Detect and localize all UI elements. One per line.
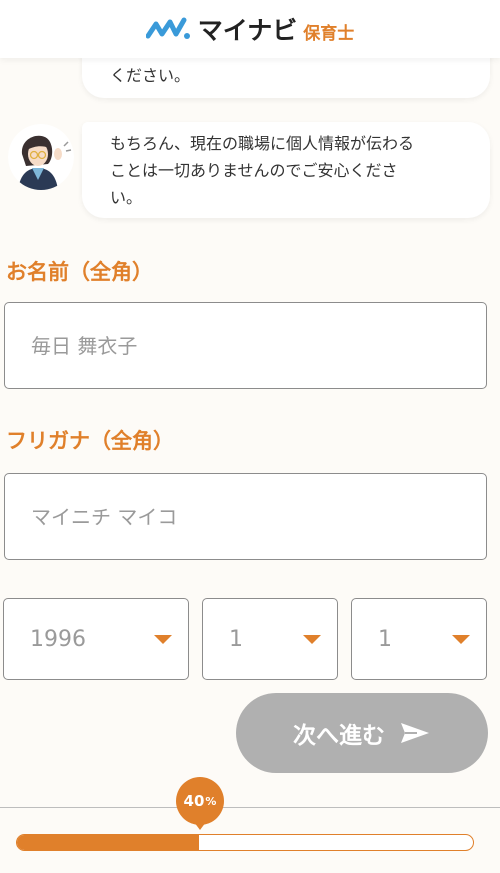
birth-year-value: 1996 [30, 626, 86, 652]
birth-day-value: 1 [378, 626, 392, 652]
chat-message-line: い。 [110, 188, 143, 207]
logo-sub-text: 保育士 [303, 23, 355, 44]
name-label: お名前（全角） [6, 260, 153, 284]
chat-bubble-reassurance: もちろん、現在の職場に個人情報が伝わる ことは一切ありませんのでご安心くださ い… [82, 122, 490, 218]
birth-year-select[interactable]: 1996 [3, 598, 189, 680]
birth-month-select[interactable]: 1 [202, 598, 338, 680]
birth-day-select[interactable]: 1 [351, 598, 487, 680]
caret-down-icon [452, 634, 470, 644]
progress-bar [16, 834, 474, 851]
caret-down-icon [154, 634, 172, 644]
logo[interactable]: マイナビ 保育士 [145, 11, 355, 47]
progress-badge-pointer [194, 822, 206, 830]
chat-message-line: ことは一切ありませんのでご安心くださ [110, 161, 398, 180]
page: マイナビ 保育士 ください。 もちろん、現在の職場に個人情報が伝わる ことは一切… [0, 0, 500, 873]
progress-percent-unit: % [205, 794, 217, 808]
progress-percent-number: 40 [183, 792, 205, 810]
next-button-label: 次へ進む [293, 722, 385, 748]
progress-bar-fill [17, 835, 200, 850]
chat-message-text: ください。 [110, 66, 191, 85]
site-header: マイナビ 保育士 [0, 0, 500, 58]
footer-divider [0, 807, 500, 808]
logo-mark-icon [145, 17, 190, 39]
advisor-avatar [8, 124, 74, 190]
logo-main-text: マイナビ [197, 16, 298, 45]
name-input[interactable] [4, 302, 487, 389]
progress-badge: 40% [176, 777, 224, 825]
birth-month-value: 1 [229, 626, 243, 652]
advisor-avatar-icon [8, 124, 74, 190]
send-icon [401, 723, 429, 743]
caret-down-icon [303, 634, 321, 644]
furigana-input[interactable] [4, 473, 487, 560]
next-button[interactable]: 次へ進む [236, 693, 488, 773]
chat-message-line: もちろん、現在の職場に個人情報が伝わる [110, 134, 415, 153]
furigana-label: フリガナ（全角） [6, 429, 174, 453]
